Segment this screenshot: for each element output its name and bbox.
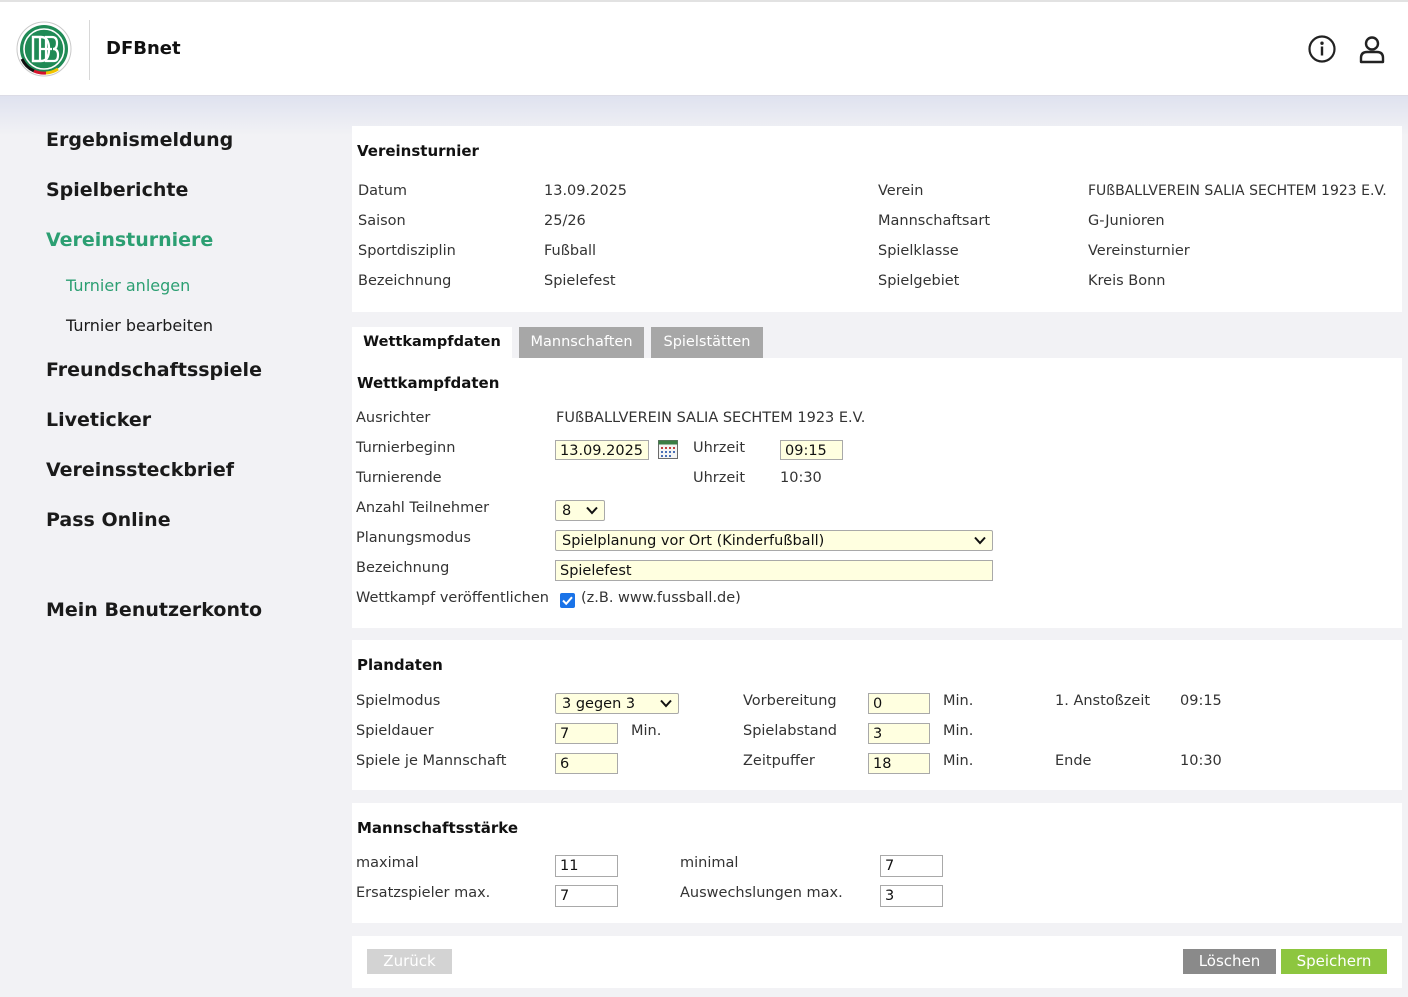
spiele-input[interactable]: 6 [555, 753, 618, 774]
uhrzeit-label-ende: Uhrzeit [693, 470, 746, 486]
turnierbeginn-date-input[interactable]: 13.09.2025 [555, 440, 649, 460]
info-value-sportdisziplin: Fußball [544, 243, 597, 259]
info-label-verein: Verein [878, 183, 924, 199]
info-value-bezeichnung: Spielefest [544, 273, 616, 289]
puffer-label: Zeitpuffer [743, 753, 815, 769]
minimal-label: minimal [680, 855, 739, 871]
vorbereitung-label: Vorbereitung [743, 693, 837, 709]
maximal-input[interactable]: 11 [555, 855, 618, 877]
spielmodus-select-value: 3 gegen 3 [562, 696, 636, 712]
minimal-input[interactable]: 7 [880, 855, 943, 877]
info-title: Vereinsturnier [357, 142, 479, 160]
info-value-mannschaftsart: G-Junioren [1088, 213, 1165, 229]
maximal-label: maximal [356, 855, 419, 871]
planungsmodus-label: Planungsmodus [356, 530, 471, 546]
turnierbeginn-time-input[interactable]: 09:15 [780, 440, 843, 460]
header-divider [89, 20, 90, 80]
wechsel-input[interactable]: 3 [880, 885, 943, 907]
info-label-mannschaftsart: Mannschaftsart [878, 213, 990, 229]
planungsmodus-select-value: Spielplanung vor Ort (Kinderfußball) [562, 533, 825, 549]
anstoss-value: 09:15 [1180, 693, 1222, 709]
nav-item-benutzerkonto[interactable]: Mein Benutzerkonto [46, 599, 262, 621]
ausrichter-value: FUßBALLVEREIN SALIA SECHTEM 1923 E.V. [556, 410, 866, 426]
info-label-spielklasse: Spielklasse [878, 243, 959, 259]
spielmodus-select[interactable]: 3 gegen 3 [555, 693, 679, 714]
ersatz-label: Ersatzspieler max. [356, 885, 491, 901]
teilnehmer-select[interactable]: 8 [555, 500, 605, 521]
info-icon[interactable] [1307, 34, 1337, 64]
info-value-spielgebiet: Kreis Bonn [1088, 273, 1166, 289]
chevron-down-icon [660, 699, 672, 708]
wettkampfdaten-panel: Wettkampfdaten Ausrichter FUßBALLVEREIN … [352, 358, 1402, 628]
chevron-down-icon [974, 536, 986, 545]
plan-ende-label: Ende [1055, 753, 1092, 769]
info-value-datum: 13.09.2025 [544, 183, 628, 199]
user-icon[interactable] [1357, 34, 1387, 64]
nav-item-vereinsturniere[interactable]: Vereinsturniere [46, 229, 213, 251]
nav-item-freundschaftsspiele[interactable]: Freundschaftsspiele [46, 359, 262, 381]
uhrzeit-label-beginn: Uhrzeit [693, 440, 746, 456]
delete-button[interactable]: Löschen [1183, 949, 1276, 974]
checkmark-icon [562, 596, 573, 606]
nav-item-ergebnismeldung[interactable]: Ergebnismeldung [46, 129, 233, 151]
vorbereitung-input[interactable]: 0 [868, 693, 930, 714]
app-header: DFBnet [0, 2, 1408, 96]
abstand-input[interactable]: 3 [868, 723, 930, 744]
wechsel-label: Auswechslungen max. [680, 885, 843, 901]
ausrichter-label: Ausrichter [356, 410, 431, 426]
puffer-unit: Min. [943, 753, 974, 769]
info-label-saison: Saison [358, 213, 406, 229]
puffer-input[interactable]: 18 [868, 753, 930, 774]
vorbereitung-unit: Min. [943, 693, 974, 709]
calendar-icon[interactable] [658, 440, 678, 459]
abstand-unit: Min. [943, 723, 974, 739]
teilnehmer-label: Anzahl Teilnehmer [356, 500, 490, 516]
nav-item-pass-online[interactable]: Pass Online [46, 509, 171, 531]
spiele-label: Spiele je Mannschaft [356, 753, 507, 769]
publish-checkbox[interactable] [560, 593, 575, 608]
turnierende-label: Turnierende [356, 470, 442, 486]
app-title: DFBnet [106, 38, 181, 59]
tab-spielstaetten[interactable]: Spielstätten [651, 327, 763, 358]
ersatz-input[interactable]: 7 [555, 885, 618, 907]
abstand-label: Spielabstand [743, 723, 837, 739]
nav-item-spielberichte[interactable]: Spielberichte [46, 179, 188, 201]
back-button[interactable]: Zurück [367, 949, 452, 974]
spieldauer-label: Spieldauer [356, 723, 434, 739]
wettkampfdaten-title: Wettkampfdaten [357, 374, 500, 392]
plan-ende-value: 10:30 [1180, 753, 1222, 769]
plandaten-title: Plandaten [357, 656, 443, 674]
nav-sub-turnier-bearbeiten[interactable]: Turnier bearbeiten [66, 316, 213, 335]
mannschaftsstaerke-panel: Mannschaftsstärke maximal Ersatzspieler … [352, 803, 1402, 923]
planungsmodus-select[interactable]: Spielplanung vor Ort (Kinderfußball) [555, 530, 993, 551]
publish-hint: (z.B. www.fussball.de) [581, 590, 741, 606]
save-button[interactable]: Speichern [1281, 949, 1387, 974]
info-label-sportdisziplin: Sportdisziplin [358, 243, 456, 259]
turnierbeginn-label: Turnierbeginn [356, 440, 456, 456]
info-value-spielklasse: Vereinsturnier [1088, 243, 1190, 259]
nav-sub-turnier-anlegen[interactable]: Turnier anlegen [66, 276, 190, 295]
nav-item-liveticker[interactable]: Liveticker [46, 409, 151, 431]
staerke-title: Mannschaftsstärke [357, 819, 519, 837]
dfb-logo[interactable] [16, 21, 72, 77]
info-label-spielgebiet: Spielgebiet [878, 273, 960, 289]
tournament-info-panel: Vereinsturnier Datum 13.09.2025 Saison 2… [352, 126, 1402, 312]
spieldauer-unit: Min. [631, 723, 662, 739]
anstoss-label: 1. Anstoßzeit [1055, 693, 1151, 709]
bezeichnung-input[interactable]: Spielefest [555, 560, 993, 581]
info-value-saison: 25/26 [544, 213, 586, 229]
nav-item-vereinssteckbrief[interactable]: Vereinssteckbrief [46, 459, 234, 481]
teilnehmer-select-value: 8 [562, 503, 572, 519]
tab-wettkampfdaten[interactable]: Wettkampfdaten [352, 327, 512, 358]
tab-mannschaften[interactable]: Mannschaften [519, 327, 644, 358]
chevron-down-icon [586, 506, 598, 515]
bezeichnung-label: Bezeichnung [356, 560, 450, 576]
spieldauer-input[interactable]: 7 [555, 723, 618, 744]
info-label-datum: Datum [358, 183, 408, 199]
spielmodus-label: Spielmodus [356, 693, 441, 709]
turnierende-time: 10:30 [780, 470, 822, 486]
publish-label: Wettkampf veröffentlichen [356, 590, 549, 606]
info-label-bezeichnung: Bezeichnung [358, 273, 452, 289]
info-value-verein: FUßBALLVEREIN SALIA SECHTEM 1923 E.V. [1088, 183, 1387, 199]
